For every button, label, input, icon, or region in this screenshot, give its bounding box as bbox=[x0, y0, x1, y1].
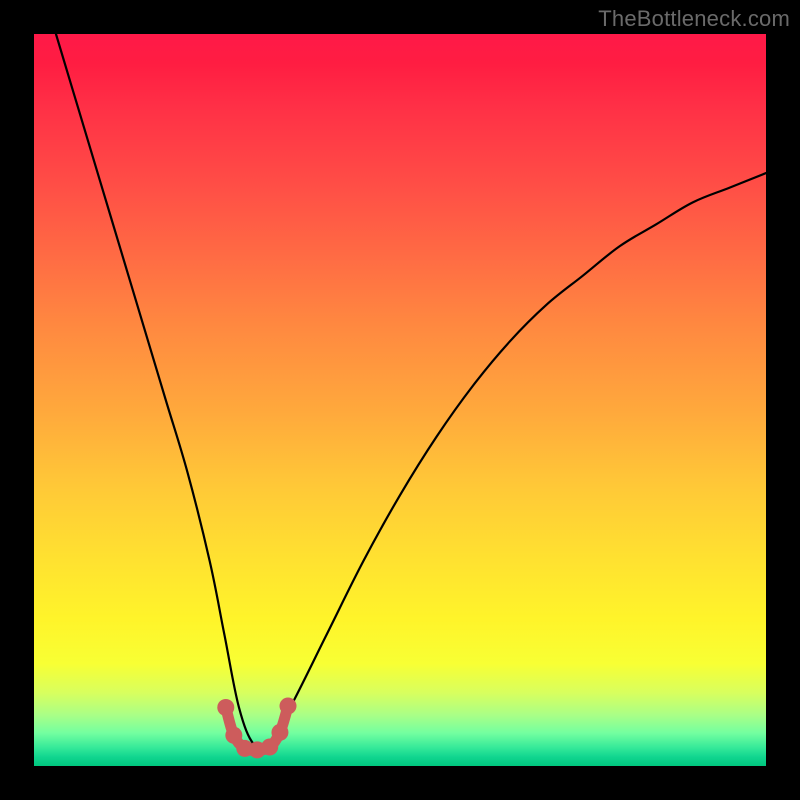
valley-marker-dot bbox=[225, 727, 242, 744]
chart-frame: TheBottleneck.com bbox=[0, 0, 800, 800]
curve-layer bbox=[34, 34, 766, 766]
valley-marker-dot bbox=[261, 738, 278, 755]
valley-marker-dot bbox=[280, 697, 297, 714]
plot-area bbox=[34, 34, 766, 766]
valley-marker-dot bbox=[217, 699, 234, 716]
bottleneck-curve bbox=[56, 34, 766, 749]
valley-marker-dot bbox=[271, 724, 288, 741]
watermark-text: TheBottleneck.com bbox=[598, 6, 790, 32]
